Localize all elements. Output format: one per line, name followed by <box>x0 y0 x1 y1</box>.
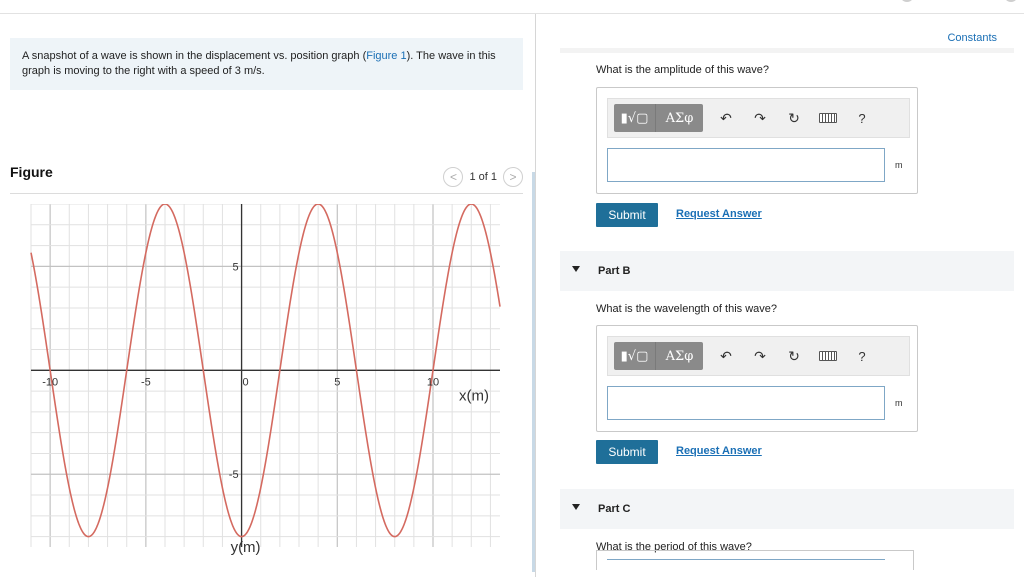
right-pane: Constants What is the amplitude of this … <box>536 14 1024 577</box>
part-a-header-strip <box>560 48 1014 53</box>
x-tick-label: 10 <box>427 376 439 388</box>
part-b-answer-input[interactable] <box>607 386 885 420</box>
reset-icon[interactable]: ↻ <box>777 348 811 365</box>
x-tick-label: 5 <box>334 376 340 388</box>
chevron-left-icon: < <box>449 170 457 184</box>
collapse-triangle-icon[interactable] <box>572 266 580 272</box>
x-tick-label: 0 <box>243 376 249 388</box>
part-b-request-answer-link[interactable]: Request Answer <box>676 445 762 457</box>
collapse-triangle-icon[interactable] <box>572 504 580 510</box>
part-b-label: Part B <box>598 265 631 277</box>
reset-icon[interactable]: ↻ <box>777 110 811 127</box>
top-decoration <box>900 0 914 2</box>
math-template-group: ▮√▢ ΑΣφ <box>614 342 703 370</box>
part-a-answer-box: ▮√▢ ΑΣφ ↶ ↷ ↻ ? m <box>596 87 918 194</box>
figure-title: Figure <box>10 164 53 180</box>
keyboard-glyph <box>819 351 837 361</box>
keyboard-icon[interactable] <box>811 110 845 126</box>
part-a-submit-button[interactable]: Submit <box>596 203 658 227</box>
top-decoration <box>1004 0 1018 2</box>
keyboard-glyph <box>819 113 837 123</box>
next-figure-button[interactable]: > <box>503 167 523 187</box>
help-icon[interactable]: ? <box>845 349 879 364</box>
constants-link[interactable]: Constants <box>947 32 997 44</box>
part-b-answer-box: ▮√▢ ΑΣφ ↶ ↷ ↻ ? m <box>596 325 918 432</box>
undo-icon[interactable]: ↶ <box>709 110 743 127</box>
redo-icon[interactable]: ↷ <box>743 110 777 127</box>
part-a-unit: m <box>895 160 903 170</box>
wave-graph: -10 -5 0 5 10 5 -5 x(m) y(m) <box>30 204 501 556</box>
y-tick-label: -5 <box>229 469 239 481</box>
problem-statement: A snapshot of a wave is shown in the dis… <box>10 38 523 90</box>
help-icon[interactable]: ? <box>845 111 879 126</box>
math-toolbar: ▮√▢ ΑΣφ ↶ ↷ ↻ ? <box>607 98 910 138</box>
left-pane: A snapshot of a wave is shown in the dis… <box>0 14 535 577</box>
keyboard-icon[interactable] <box>811 348 845 364</box>
x-tick-label: -10 <box>42 376 58 388</box>
part-b-header[interactable]: Part B <box>560 251 1014 291</box>
x-axis-label: x(m) <box>459 387 489 404</box>
part-c-label: Part C <box>598 503 631 515</box>
y-axis-label: y(m) <box>231 539 261 556</box>
figure-header: Figure < 1 of 1 > <box>10 164 523 194</box>
part-a-question: What is the amplitude of this wave? <box>596 64 770 76</box>
pager-text: 1 of 1 <box>469 171 497 183</box>
part-a-request-answer-link[interactable]: Request Answer <box>676 208 762 220</box>
greek-symbols-button[interactable]: ΑΣφ <box>656 342 703 370</box>
math-template-group: ▮√▢ ΑΣφ <box>614 104 703 132</box>
redo-icon[interactable]: ↷ <box>743 348 777 365</box>
figure-pager: < 1 of 1 > <box>443 167 523 187</box>
problem-text-start: A snapshot of a wave is shown in the dis… <box>22 50 367 62</box>
y-tick-label: 5 <box>232 261 238 273</box>
part-a-answer-input[interactable] <box>607 148 885 182</box>
part-b-submit-button[interactable]: Submit <box>596 440 658 464</box>
part-c-answer-box <box>596 550 914 570</box>
part-b-question: What is the wavelength of this wave? <box>596 303 777 315</box>
figure-link[interactable]: Figure 1 <box>366 50 406 62</box>
templates-button[interactable]: ▮√▢ <box>614 342 656 370</box>
part-c-header[interactable]: Part C <box>560 489 1014 529</box>
prev-figure-button[interactable]: < <box>443 167 464 187</box>
x-tick-label: -5 <box>141 376 151 388</box>
math-toolbar: ▮√▢ ΑΣφ ↶ ↷ ↻ ? <box>607 336 910 376</box>
templates-button[interactable]: ▮√▢ <box>614 104 656 132</box>
part-b-unit: m <box>895 398 903 408</box>
greek-symbols-button[interactable]: ΑΣφ <box>656 104 703 132</box>
undo-icon[interactable]: ↶ <box>709 348 743 365</box>
chevron-right-icon: > <box>509 170 517 184</box>
